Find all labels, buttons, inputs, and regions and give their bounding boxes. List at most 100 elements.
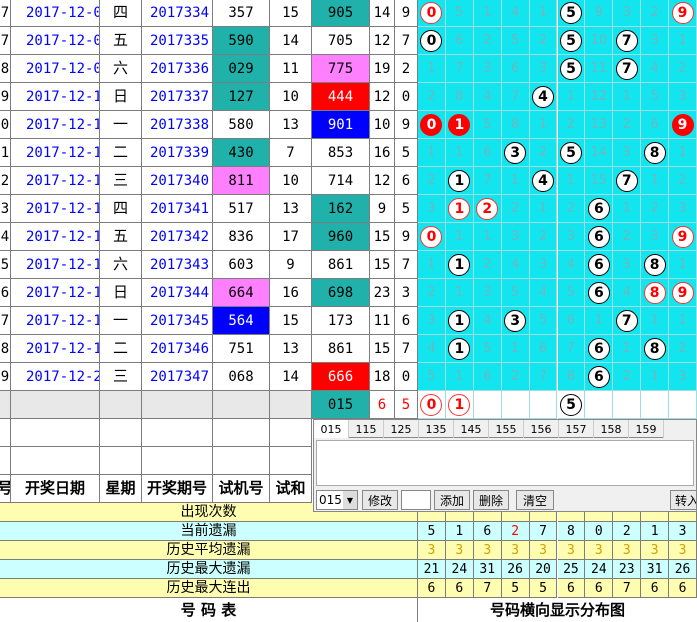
trial-sum: 13 <box>270 195 312 223</box>
ball-1: 1 <box>448 113 471 136</box>
tab-135[interactable]: 135 <box>419 420 454 438</box>
transfer-button[interactable]: 转入 <box>670 490 696 510</box>
dist-cell: 8 <box>641 335 670 363</box>
chevron-down-icon[interactable]: ▼ <box>343 491 357 509</box>
dist-cell: 4 <box>473 307 502 335</box>
blank-cell <box>0 419 11 447</box>
stat-value: 3 <box>669 541 697 560</box>
ball-5: 5 <box>559 141 582 164</box>
dist-cell: 7 <box>445 55 474 83</box>
prize-number: 905 <box>312 0 370 27</box>
dist-cell <box>641 391 670 419</box>
trial-number: 603 <box>213 251 270 279</box>
span-value: 3 <box>395 279 418 307</box>
ball-4: 4 <box>532 169 555 192</box>
dist-cell: 10 <box>585 27 614 55</box>
dist-cell: 1 <box>613 195 642 223</box>
draw-date: 2017-12-18 <box>11 307 100 335</box>
stat-value: 1 <box>445 522 474 541</box>
dist-cell: 4 <box>529 83 558 111</box>
dist-cell <box>669 391 697 419</box>
issue-number: 2017344 <box>142 279 213 307</box>
tab-157[interactable]: 157 <box>559 420 594 438</box>
dist-cell: 3 <box>669 83 697 111</box>
dist-cell: 0 <box>418 391 446 419</box>
dist-cell: 2 <box>418 83 446 111</box>
footer-left: 号 码 表 <box>0 598 418 622</box>
dist-cell: 1 <box>557 83 586 111</box>
issue-number: 2017346 <box>142 335 213 363</box>
ball-6: 6 <box>587 253 610 276</box>
column-header: 开奖期号 <box>142 475 213 503</box>
tab-115[interactable]: 115 <box>349 420 384 438</box>
stat-value: 3 <box>529 541 558 560</box>
dist-cell: 1 <box>529 0 558 27</box>
dist-cell: 5 <box>529 307 558 335</box>
trial-sum: 10 <box>270 83 312 111</box>
tab-145[interactable]: 145 <box>454 420 489 438</box>
dist-cell: 1 <box>501 335 530 363</box>
row-prefix: 5 <box>0 251 11 279</box>
ball-8: 8 <box>643 337 666 360</box>
blank-cell <box>270 419 312 447</box>
ball-4: 4 <box>532 85 555 108</box>
clear-button[interactable]: 清空 <box>516 490 554 510</box>
dist-cell: 1 <box>641 167 670 195</box>
dist-cell: 6 <box>473 363 502 391</box>
blank-cell <box>100 391 142 419</box>
number-textarea[interactable] <box>316 440 694 486</box>
dist-cell: 4 <box>501 251 530 279</box>
dist-cell: 8 <box>641 279 670 307</box>
modify-button[interactable]: 修改 <box>362 490 398 510</box>
span-value: 9 <box>395 223 418 251</box>
tab-125[interactable]: 125 <box>384 420 419 438</box>
number-combo[interactable]: 015 ▼ <box>316 490 358 510</box>
stat-value: 6 <box>473 522 502 541</box>
weekday: 四 <box>100 195 142 223</box>
stat-value: 26 <box>669 560 697 579</box>
prize-number: 705 <box>312 27 370 55</box>
dist-cell: 5 <box>445 0 474 27</box>
tab-158[interactable]: 158 <box>594 420 629 438</box>
ball-1: 1 <box>448 337 471 360</box>
draw-date: 2017-12-13 <box>11 167 100 195</box>
trial-number: 580 <box>213 111 270 139</box>
dist-cell: 1 <box>445 195 474 223</box>
tab-015[interactable]: 015 <box>314 420 349 438</box>
pending-sum: 6 <box>370 391 395 419</box>
ball-6: 6 <box>587 365 610 388</box>
ball-0: 0 <box>420 393 443 416</box>
dist-cell: 3 <box>501 307 530 335</box>
ball-7: 7 <box>615 169 638 192</box>
draw-date: 2017-12-07 <box>11 0 100 27</box>
tab-155[interactable]: 155 <box>489 420 524 438</box>
add-button[interactable]: 添加 <box>434 490 470 510</box>
span-value: 9 <box>395 0 418 27</box>
trial-sum: 13 <box>270 111 312 139</box>
dist-cell: 3 <box>641 27 670 55</box>
dist-cell: 2 <box>613 363 642 391</box>
column-header: 号 <box>0 475 11 503</box>
dist-cell: 1 <box>501 167 530 195</box>
stat-value: 5 <box>529 579 558 598</box>
delete-button[interactable]: 删除 <box>473 490 509 510</box>
stat-value: 3 <box>473 541 502 560</box>
tab-156[interactable]: 156 <box>524 420 559 438</box>
dist-cell: 1 <box>445 363 474 391</box>
trial-number: 430 <box>213 139 270 167</box>
ball-7: 7 <box>615 29 638 52</box>
blank-cell <box>100 419 142 447</box>
dist-cell: 6 <box>585 195 614 223</box>
dist-cell <box>501 391 530 419</box>
prize-number: 698 <box>312 279 370 307</box>
tab-159[interactable]: 159 <box>629 420 664 438</box>
stat-label: 历史最大遗漏 <box>0 560 418 579</box>
dist-cell: 6 <box>585 223 614 251</box>
dist-cell: 7 <box>557 335 586 363</box>
dist-cell: 2 <box>669 167 697 195</box>
row-prefix: 7 <box>0 0 11 27</box>
dist-cell: 9 <box>669 0 697 27</box>
ball-1: 1 <box>448 169 471 192</box>
number-field[interactable] <box>401 490 431 510</box>
prize-number: 775 <box>312 55 370 83</box>
